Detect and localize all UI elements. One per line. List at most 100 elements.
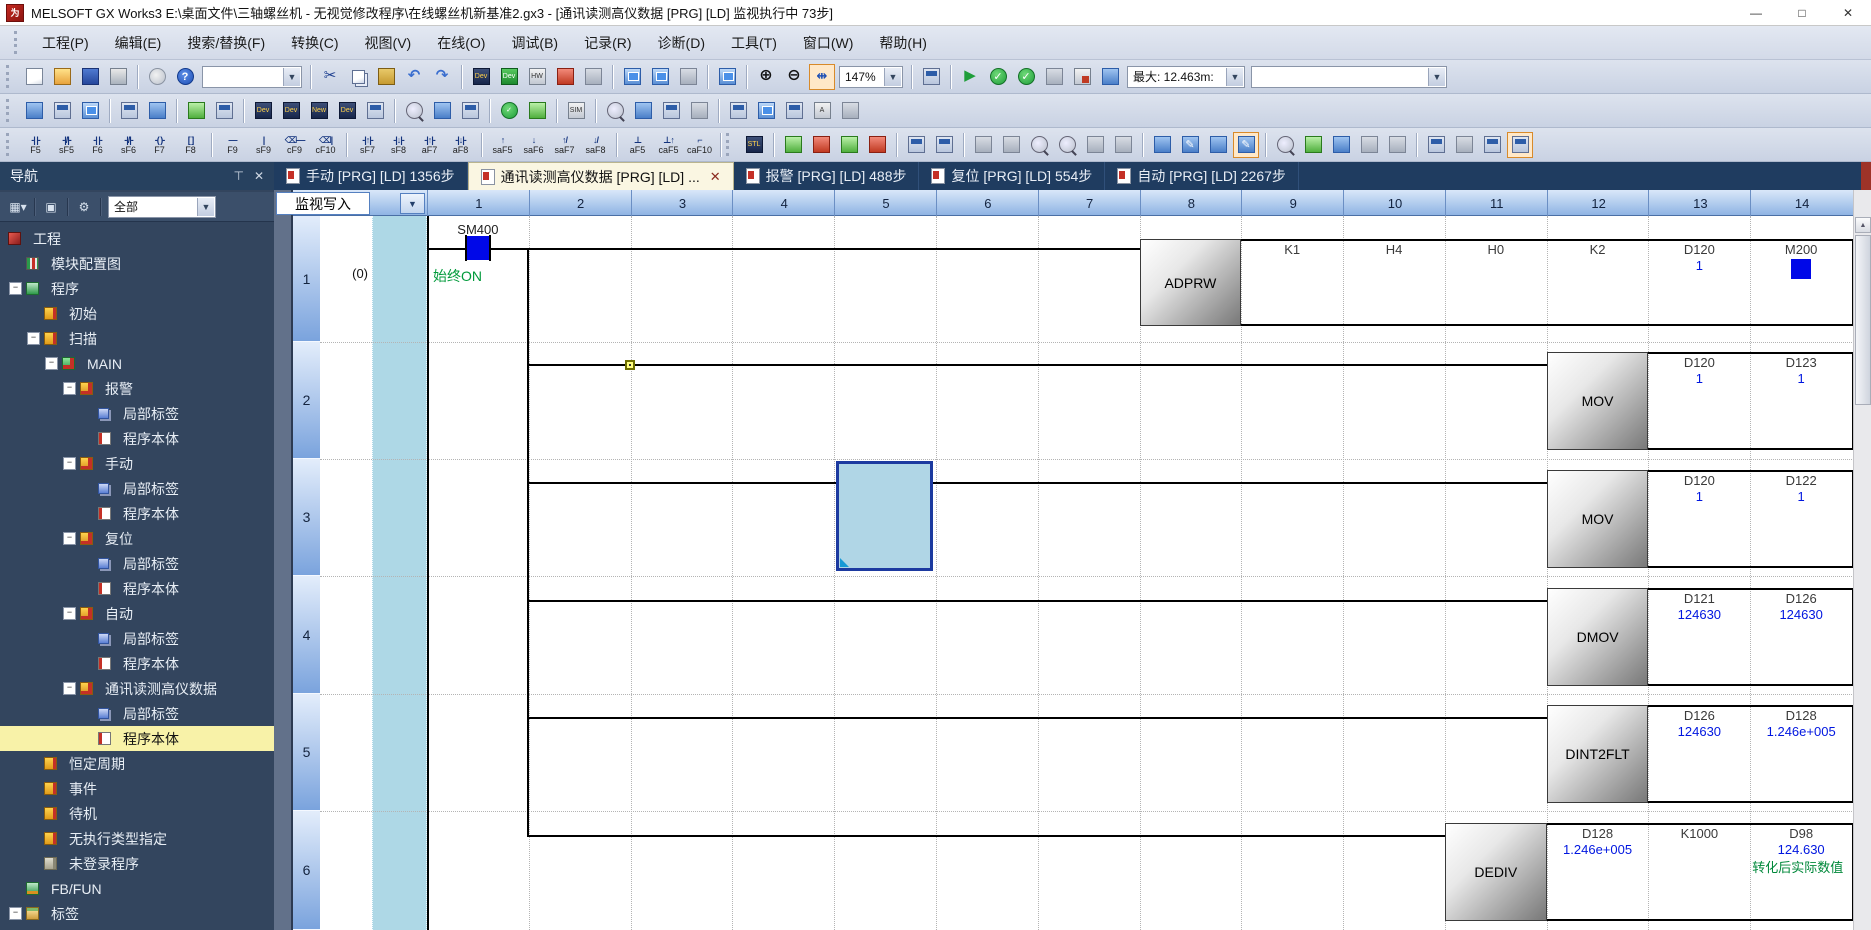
tree-item-报警[interactable]: −报警 [0, 376, 274, 401]
tab-3[interactable]: 报警 [PRG] [LD] 488步 [734, 162, 920, 190]
tree-item-标签[interactable]: −标签 [0, 901, 274, 926]
pulse-result-button[interactable]: ⊥↑caF5 [654, 129, 683, 161]
track2-icon[interactable] [1110, 132, 1136, 158]
find-string-icon[interactable] [457, 98, 483, 124]
menu-online[interactable]: 在线(O) [425, 29, 497, 57]
instruction-block-ADPRW[interactable]: ADPRW [1140, 239, 1242, 326]
tree-item-通讯读测高仪数据[interactable]: −通讯读测高仪数据 [0, 676, 274, 701]
redo-icon[interactable]: ↷ [429, 64, 455, 90]
new-file-icon[interactable] [21, 64, 47, 90]
monitor-find-icon[interactable] [1272, 132, 1298, 158]
convert-icon[interactable] [524, 98, 550, 124]
dev-grid-icon[interactable] [362, 98, 388, 124]
zoom-in-icon[interactable]: ⊕ [753, 64, 779, 90]
collapse-all-button[interactable]: ▣ [39, 195, 63, 219]
opt4-icon[interactable] [1507, 132, 1533, 158]
help-icon[interactable]: ? [172, 64, 198, 90]
open-branch-button[interactable]: -| |-F6 [83, 129, 112, 161]
falling-branch-button[interactable]: -|↓|-aF8 [446, 129, 475, 161]
write-to-plc-icon[interactable]: Dev [468, 64, 494, 90]
read-from-plc-icon[interactable]: Dev [496, 64, 522, 90]
crossref-icon[interactable] [116, 98, 142, 124]
delete-line-icon[interactable] [931, 132, 957, 158]
tree-item-初始[interactable]: 初始 [0, 301, 274, 326]
watch3-icon[interactable] [658, 98, 684, 124]
vertical-scrollbar[interactable]: ▲ [1853, 190, 1871, 930]
opt1-icon[interactable] [1423, 132, 1449, 158]
pc-diag-icon[interactable] [1097, 64, 1123, 90]
monitor-stop-icon[interactable] [675, 64, 701, 90]
param-icon[interactable] [21, 98, 47, 124]
tab-close-icon[interactable]: ✕ [710, 169, 721, 185]
tree-item-程序本体[interactable]: 程序本体 [0, 576, 274, 601]
tree-item-复位[interactable]: −复位 [0, 526, 274, 551]
pin-icon[interactable]: ⊤ [233, 169, 243, 183]
quick-find-combobox[interactable]: ▼ [202, 66, 302, 88]
intelligent-icon[interactable] [77, 98, 103, 124]
maximize-button[interactable]: □ [1779, 0, 1825, 25]
monitor-screen-icon[interactable] [619, 64, 645, 90]
closed-branch-button[interactable]: -|/|-sF6 [114, 129, 143, 161]
opt3-icon[interactable] [1479, 132, 1505, 158]
wrap4-icon[interactable]: ✎ [1233, 132, 1259, 158]
collapse-icon[interactable]: − [63, 682, 76, 695]
watch-combobox[interactable]: ▼ [1251, 66, 1447, 88]
verify-plc-icon[interactable]: HW [524, 64, 550, 90]
tree-item-程序本体[interactable]: 程序本体 [0, 501, 274, 526]
reg-watch-icon[interactable] [1328, 132, 1354, 158]
menu-diagnostics[interactable]: 诊断(D) [646, 29, 717, 57]
collapse-icon[interactable]: − [45, 357, 58, 370]
invert-result-button[interactable]: ⊥aF5 [623, 129, 652, 161]
dev-write3-icon[interactable]: New [306, 98, 332, 124]
paste-icon[interactable] [373, 64, 399, 90]
sim-icon[interactable]: SIM [563, 98, 589, 124]
align1-icon[interactable] [1356, 132, 1382, 158]
transfer-red-icon[interactable] [552, 64, 578, 90]
chevron-down-icon[interactable]: ▼ [197, 198, 214, 216]
collapse-icon[interactable]: − [63, 607, 76, 620]
opt2-icon[interactable] [1451, 132, 1477, 158]
scrollbar-thumb[interactable] [1855, 235, 1871, 405]
layout2-icon[interactable] [753, 98, 779, 124]
tree-item-程序[interactable]: −程序 [0, 276, 274, 301]
tab-4[interactable]: 复位 [PRG] [LD] 554步 [919, 162, 1105, 190]
find-instruction-icon[interactable] [429, 98, 455, 124]
align2-icon[interactable] [1384, 132, 1410, 158]
rising-pulse-button[interactable]: -|↑|-sF7 [353, 129, 382, 161]
zoom-combobox[interactable]: 147%▼ [839, 66, 903, 88]
nav-settings-gear-icon[interactable]: ⚙ [72, 195, 96, 219]
open-project-icon[interactable] [49, 64, 75, 90]
instruction-block-MOV[interactable]: MOV [1547, 352, 1649, 450]
tab-2[interactable]: 通讯读测高仪数据 [PRG] [LD] ...✕ [468, 162, 734, 190]
application-instruction-button[interactable]: [ ]F8 [176, 129, 205, 161]
instruction-block-DMOV[interactable]: DMOV [1547, 588, 1649, 686]
dev-write4-icon[interactable]: Dev [334, 98, 360, 124]
menu-help[interactable]: 帮助(H) [867, 29, 938, 57]
chevron-down-icon[interactable]: ▼ [1428, 68, 1445, 86]
tree-item-事件[interactable]: 事件 [0, 776, 274, 801]
ladder-grid[interactable]: 123456ADPRWK1H4H0K2D1201M200MOVD1201D123… [274, 190, 1871, 930]
tree-item-模块配置图[interactable]: 模块配置图 [0, 251, 274, 276]
tree-display-options-button[interactable]: ▦▾ [6, 195, 30, 219]
delete-col-icon[interactable] [864, 132, 890, 158]
note-edit-icon[interactable] [1026, 132, 1052, 158]
instruction-block-DEDIV[interactable]: DEDIV [1445, 823, 1547, 921]
tree-item-工程[interactable]: 工程 [0, 226, 274, 251]
invert-operation-button[interactable]: ⌐caF10 [685, 129, 714, 161]
tree-item-未登录程序[interactable]: 未登录程序 [0, 851, 274, 876]
find-device-icon[interactable] [401, 98, 427, 124]
tree-item-局部标签[interactable]: 局部标签 [0, 476, 274, 501]
closed-contact-button[interactable]: -|/|-sF5 [52, 129, 81, 161]
insert-col-icon[interactable] [836, 132, 862, 158]
collapse-icon[interactable]: − [27, 332, 40, 345]
tree-item-程序本体[interactable]: 程序本体 [0, 651, 274, 676]
tab-5[interactable]: 自动 [PRG] [LD] 2267步 [1105, 162, 1299, 190]
fit-width-icon[interactable]: ⇹ [809, 64, 835, 90]
menu-find-replace[interactable]: 搜索/替换(F) [175, 29, 277, 57]
stl-icon[interactable]: STL [741, 132, 767, 158]
zoom-out-icon[interactable]: ⊖ [781, 64, 807, 90]
run-icon[interactable]: ▶ [957, 64, 983, 90]
delete-row-icon[interactable] [808, 132, 834, 158]
collapse-icon[interactable]: − [9, 907, 22, 920]
tree-item-局部标签[interactable]: 局部标签 [0, 701, 274, 726]
